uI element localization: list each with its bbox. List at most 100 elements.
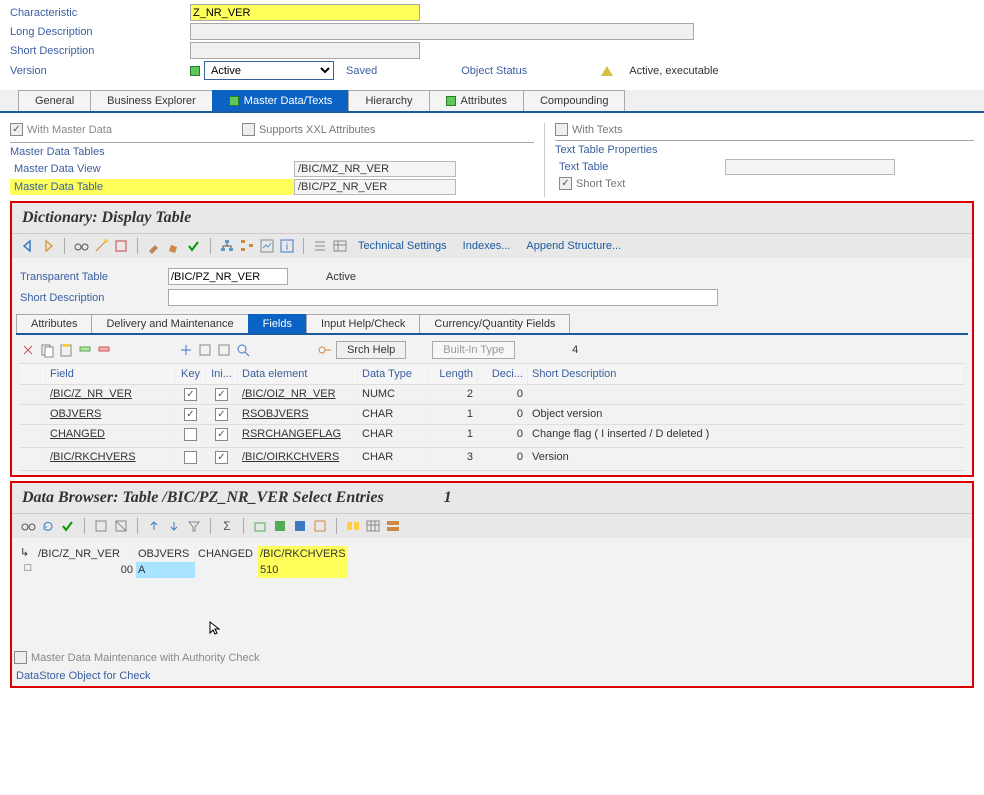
itab-delivery[interactable]: Delivery and Maintenance <box>91 314 248 333</box>
key-checkbox[interactable] <box>184 451 197 464</box>
check-activate-icon[interactable] <box>186 238 202 254</box>
list2-icon[interactable] <box>332 238 348 254</box>
cut-icon[interactable] <box>20 342 36 358</box>
dict-inner-tabstrip: Attributes Delivery and Maintenance Fiel… <box>16 314 968 335</box>
tab-hierarchy[interactable]: Hierarchy <box>348 90 429 111</box>
sum-icon[interactable]: Σ <box>219 518 235 534</box>
table-row[interactable]: OBJVERS✓✓RSOBJVERSCHAR10Object version <box>20 405 964 425</box>
short-desc-cell: Change flag ( I inserted / D deleted ) <box>528 425 964 447</box>
hierarchy-icon[interactable] <box>219 238 235 254</box>
itab-fields[interactable]: Fields <box>248 314 307 333</box>
excel-icon[interactable] <box>272 518 288 534</box>
itab-input-help[interactable]: Input Help/Check <box>306 314 420 333</box>
length-cell: 2 <box>428 385 478 404</box>
key-checkbox[interactable]: ✓ <box>184 388 197 401</box>
version-select[interactable]: Active <box>204 61 334 80</box>
tab-general[interactable]: General <box>18 90 91 111</box>
activate-icon[interactable] <box>113 238 129 254</box>
long-desc-input[interactable] <box>190 23 694 40</box>
deselect-icon[interactable] <box>113 518 129 534</box>
layout2-icon[interactable] <box>365 518 381 534</box>
col-dt: Data Type <box>358 364 428 384</box>
table-row[interactable]: /BIC/RKCHVERS✓/BIC/OIRKCHVERSCHAR30Versi… <box>20 448 964 471</box>
ini-checkbox[interactable]: ✓ <box>215 388 228 401</box>
hier-alt-icon[interactable] <box>239 238 255 254</box>
col-key: Key <box>176 364 206 384</box>
find-icon[interactable] <box>235 342 251 358</box>
wand-icon[interactable] <box>93 238 109 254</box>
info-icon[interactable]: i <box>279 238 295 254</box>
glasses2-icon[interactable] <box>20 518 36 534</box>
key-checkbox[interactable]: ✓ <box>184 408 197 421</box>
table-row[interactable]: CHANGED✓RSRCHANGEFLAGCHAR10Change flag (… <box>20 425 964 448</box>
itab-attributes[interactable]: Attributes <box>16 314 92 333</box>
svg-text:i: i <box>286 242 288 253</box>
pencil-icon[interactable] <box>166 238 182 254</box>
object-status-label: Object Status <box>461 65 527 77</box>
itab-currency[interactable]: Currency/Quantity Fields <box>419 314 570 333</box>
table-row[interactable]: /BIC/Z_NR_VER✓✓/BIC/OIZ_NR_VERNUMC20 <box>20 385 964 405</box>
dictionary-panel: Dictionary: Display Table i Technical Se… <box>10 201 974 477</box>
filter-icon[interactable] <box>186 518 202 534</box>
copy-icon[interactable] <box>39 342 55 358</box>
short-desc-label: Short Description <box>6 43 186 59</box>
cursor-icon <box>207 620 223 636</box>
active-dock-icon <box>229 96 239 106</box>
insert-icon[interactable] <box>77 342 93 358</box>
tab-business-explorer[interactable]: Business Explorer <box>90 90 213 111</box>
transp-status: Active <box>326 271 356 283</box>
sort-desc-icon[interactable] <box>166 518 182 534</box>
checkbox-short-text[interactable] <box>559 177 572 190</box>
delete-icon[interactable] <box>96 342 112 358</box>
word-icon[interactable] <box>292 518 308 534</box>
characteristic-input[interactable] <box>190 4 420 21</box>
paste-icon[interactable] <box>58 342 74 358</box>
layout3-icon[interactable] <box>385 518 401 534</box>
technical-settings-link[interactable]: Technical Settings <box>352 240 453 252</box>
sort-asc-icon[interactable] <box>146 518 162 534</box>
field-cell: CHANGED <box>46 425 176 447</box>
list1-icon[interactable] <box>312 238 328 254</box>
graph-icon[interactable] <box>259 238 275 254</box>
check2-icon[interactable] <box>60 518 76 534</box>
checkbox-with-master-data[interactable] <box>10 123 23 136</box>
back-arrow-icon[interactable] <box>20 238 36 254</box>
wrench-icon[interactable] <box>146 238 162 254</box>
dict-shortdesc-input[interactable] <box>168 289 718 306</box>
db-col2: OBJVERS <box>136 546 196 562</box>
export-icon[interactable] <box>252 518 268 534</box>
builtin-type-button[interactable]: Built-In Type <box>432 341 515 359</box>
decimals-cell: 0 <box>478 385 528 404</box>
ini-checkbox[interactable]: ✓ <box>215 428 228 441</box>
append-structure-link[interactable]: Append Structure... <box>520 240 627 252</box>
datastore-check-label: DataStore Object for Check <box>14 668 970 684</box>
srch-help-button[interactable]: Srch Help <box>336 341 406 359</box>
key-icon[interactable] <box>317 342 333 358</box>
ini-checkbox[interactable]: ✓ <box>215 451 228 464</box>
data-browser-title: Data Browser: Table /BIC/PZ_NR_VER Selec… <box>12 483 972 513</box>
ini-checkbox[interactable]: ✓ <box>215 408 228 421</box>
layout1-icon[interactable] <box>345 518 361 534</box>
transp-table-input[interactable] <box>168 268 288 285</box>
checkbox-xxl-attr[interactable] <box>242 123 255 136</box>
tab-attributes[interactable]: Attributes <box>429 90 524 111</box>
short-desc-input[interactable] <box>190 42 420 59</box>
checkbox-with-texts[interactable] <box>555 123 568 136</box>
indexes-link[interactable]: Indexes... <box>457 240 517 252</box>
tab-master-data-texts[interactable]: Master Data/Texts <box>212 90 350 111</box>
refresh-icon[interactable] <box>40 518 56 534</box>
localfile-icon[interactable] <box>312 518 328 534</box>
expand-all-icon[interactable] <box>178 342 194 358</box>
key-checkbox[interactable] <box>184 428 197 441</box>
col2-icon[interactable] <box>216 342 232 358</box>
db-row-c4: 510 <box>258 562 348 578</box>
checkbox-md-authority[interactable] <box>14 651 27 664</box>
length-cell: 1 <box>428 425 478 447</box>
glasses-icon[interactable] <box>73 238 89 254</box>
forward-arrow-icon[interactable] <box>40 238 56 254</box>
field-count: 4 <box>518 344 578 356</box>
tab-compounding[interactable]: Compounding <box>523 90 626 111</box>
selectall-icon[interactable] <box>93 518 109 534</box>
col1-icon[interactable] <box>197 342 213 358</box>
dictionary-title: Dictionary: Display Table <box>12 203 972 233</box>
